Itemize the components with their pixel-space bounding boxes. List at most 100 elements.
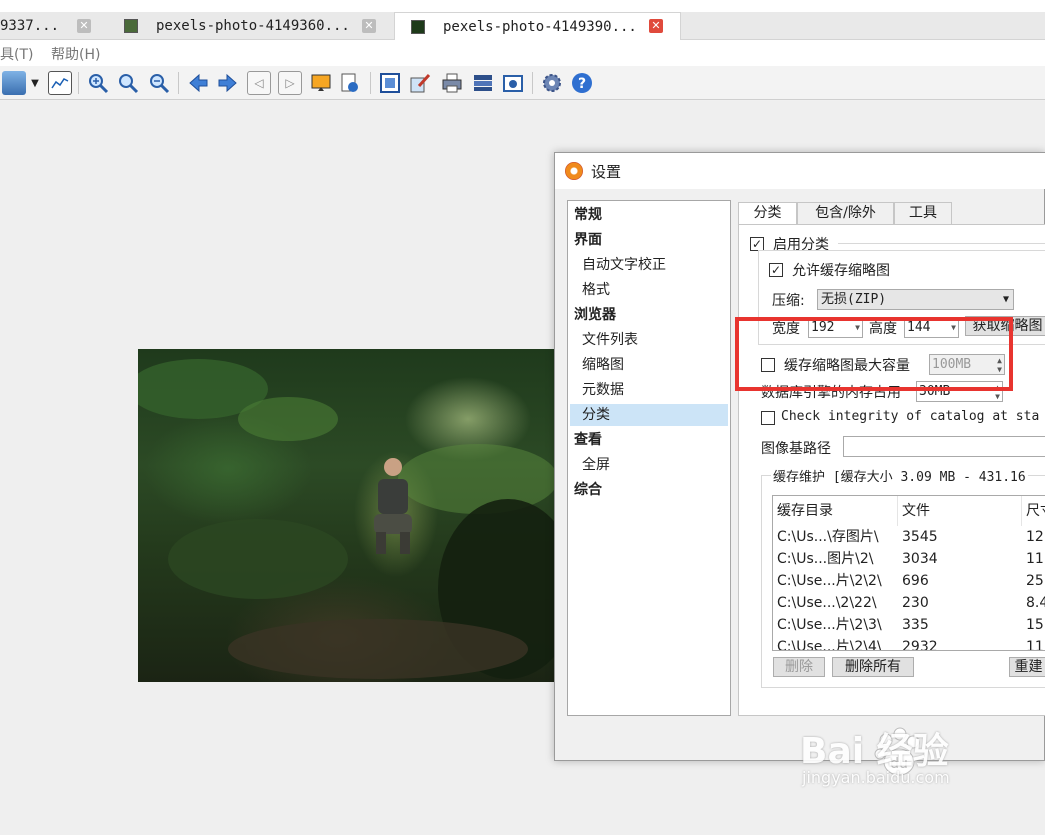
info-icon[interactable]	[338, 71, 362, 95]
tab-3-label: pexels-photo-4149390...	[443, 18, 637, 35]
table-header-size[interactable]: 尺寸	[1022, 496, 1045, 526]
zoom-fit-icon[interactable]	[116, 71, 140, 95]
nav-format[interactable]: 格式	[568, 279, 730, 301]
table-cell[interactable]: C:\Use...\2\22\	[773, 592, 877, 614]
table-cell[interactable]: C:\Use...片\2\2\	[773, 570, 882, 592]
base-path-input[interactable]	[843, 436, 1045, 457]
nav-auto-text-correction[interactable]: 自动文字校正	[568, 254, 730, 276]
close-icon[interactable]: ✕	[77, 19, 91, 33]
enable-category-checkbox[interactable]: ✓	[750, 237, 764, 251]
toolbar-separator	[78, 72, 79, 94]
tab-2-label: pexels-photo-4149360...	[156, 18, 350, 34]
close-icon[interactable]: ✕	[649, 19, 663, 33]
toolbar-separator	[370, 72, 371, 94]
settings-dialog: 设置 常规 界面 自动文字校正 格式 浏览器 文件列表 缩略图 元数据 分类 查…	[554, 152, 1045, 761]
forward-arrow-icon[interactable]	[216, 71, 240, 95]
table-header-dir[interactable]: 缓存目录	[773, 496, 898, 526]
table-cell[interactable]: 15	[1022, 614, 1044, 636]
table-cell[interactable]: 25	[1022, 570, 1044, 592]
title-strip	[0, 0, 1045, 12]
compress-select[interactable]: 无损(ZIP) ▼	[817, 289, 1014, 310]
tab-bar: 9337... ✕ pexels-photo-4149360... ✕ pexe…	[0, 0, 1045, 40]
capture-icon[interactable]	[501, 71, 525, 95]
chart-icon[interactable]	[48, 71, 72, 95]
toolbar-separator	[532, 72, 533, 94]
base-path-label: 图像基路径	[761, 441, 831, 457]
settings-nav-tree: 常规 界面 自动文字校正 格式 浏览器 文件列表 缩略图 元数据 分类 查看 全…	[567, 200, 731, 716]
table-cell[interactable]: 11	[1022, 548, 1044, 570]
dialog-title: 设置	[591, 162, 622, 181]
tab-1[interactable]: 9337... ✕	[0, 12, 100, 40]
slideshow-icon[interactable]	[309, 71, 333, 95]
nav-misc[interactable]: 综合	[568, 479, 730, 501]
table-cell[interactable]: 8.4	[1022, 592, 1045, 614]
jungle-photo	[138, 349, 558, 682]
integrity-label: Check integrity of catalog at sta	[781, 409, 1040, 424]
svg-text:?: ?	[578, 76, 586, 92]
settings-icon[interactable]	[540, 71, 564, 95]
tab-3[interactable]: pexels-photo-4149390... ✕	[394, 12, 681, 40]
tab-tools[interactable]: 工具	[894, 202, 952, 224]
fullscreen-icon[interactable]	[378, 71, 402, 95]
tab-category[interactable]: 分类	[738, 202, 797, 225]
dropdown-arrow-icon[interactable]: ▼	[28, 71, 42, 95]
prev-page-icon[interactable]: ◁	[247, 71, 271, 95]
nav-file-list[interactable]: 文件列表	[568, 329, 730, 351]
table-cell[interactable]: 3034	[898, 548, 938, 570]
nav-interface[interactable]: 界面	[568, 229, 730, 251]
menu-bar: 具(T) 帮助(H)	[0, 40, 1045, 66]
cache-maintenance-label: 缓存维护 [缓存大小 3.09 MB - 431.16	[771, 466, 1028, 485]
nav-category[interactable]: 分类	[570, 404, 728, 426]
nav-fullscreen[interactable]: 全屏	[568, 454, 730, 476]
nav-view[interactable]: 查看	[568, 429, 730, 451]
nav-thumbnails[interactable]: 缩略图	[568, 354, 730, 376]
nav-metadata[interactable]: 元数据	[568, 379, 730, 401]
tab-include-exclude[interactable]: 包含/除外	[797, 202, 894, 224]
cache-table: 缓存目录 文件 尺寸 C:\Us...\存图片\ 3545 12 C:\Us..…	[772, 495, 1045, 651]
table-cell[interactable]: C:\Use...片\2\3\	[773, 614, 882, 636]
edit-icon[interactable]	[408, 71, 432, 95]
table-header-files[interactable]: 文件	[898, 496, 1022, 526]
group-divider	[838, 243, 1045, 244]
table-cell[interactable]: 696	[898, 570, 929, 592]
menu-tools[interactable]: 具(T)	[0, 44, 33, 64]
highlight-box	[735, 317, 1013, 391]
tab-2[interactable]: pexels-photo-4149360... ✕	[110, 12, 390, 40]
allow-cache-checkbox[interactable]: ✓	[769, 263, 783, 277]
allow-cache-label: 允许缓存缩略图	[792, 263, 890, 279]
compress-label: 压缩:	[772, 293, 805, 309]
tab-1-label: 9337...	[0, 18, 60, 34]
table-cell[interactable]: 335	[898, 614, 929, 636]
toolbar: ▼ ◁ ▷ ?	[0, 66, 1045, 100]
table-cell[interactable]: 2932	[898, 636, 938, 650]
help-icon[interactable]: ?	[570, 71, 594, 95]
view-mode-icon[interactable]	[2, 71, 26, 95]
print-icon[interactable]	[440, 71, 464, 95]
back-arrow-icon[interactable]	[186, 71, 210, 95]
zoom-out-icon[interactable]	[147, 71, 171, 95]
next-page-icon[interactable]: ▷	[278, 71, 302, 95]
table-cell[interactable]: C:\Us...图片\2\	[773, 548, 873, 570]
close-icon[interactable]: ✕	[362, 19, 376, 33]
nav-general[interactable]: 常规	[568, 204, 730, 226]
table-cell[interactable]: 3545	[898, 526, 938, 548]
integrity-checkbox[interactable]	[761, 411, 775, 425]
rebuild-button[interactable]: 重建	[1009, 657, 1045, 677]
compress-value: 无损(ZIP)	[821, 292, 887, 307]
image-thumbnail-icon	[411, 19, 425, 34]
watermark-url: jingyan.baidu.com	[802, 768, 950, 787]
table-cell[interactable]: 11	[1022, 636, 1044, 650]
zoom-in-icon[interactable]	[86, 71, 110, 95]
table-cell[interactable]: 12	[1022, 526, 1044, 548]
table-cell[interactable]: C:\Use...片\2\4\	[773, 636, 882, 650]
scanner-icon[interactable]	[471, 71, 495, 95]
delete-all-button[interactable]: 删除所有	[832, 657, 914, 677]
toolbar-separator	[178, 72, 179, 94]
table-cell[interactable]: C:\Us...\存图片\	[773, 526, 879, 548]
cache-maintenance-text: 缓存维护 [缓存大小 3.09 MB - 431.16	[773, 470, 1026, 485]
table-cell[interactable]: 230	[898, 592, 929, 614]
menu-help[interactable]: 帮助(H)	[51, 44, 100, 64]
nav-browser[interactable]: 浏览器	[568, 304, 730, 326]
app-logo-icon	[565, 162, 583, 180]
delete-button[interactable]: 删除	[773, 657, 825, 677]
